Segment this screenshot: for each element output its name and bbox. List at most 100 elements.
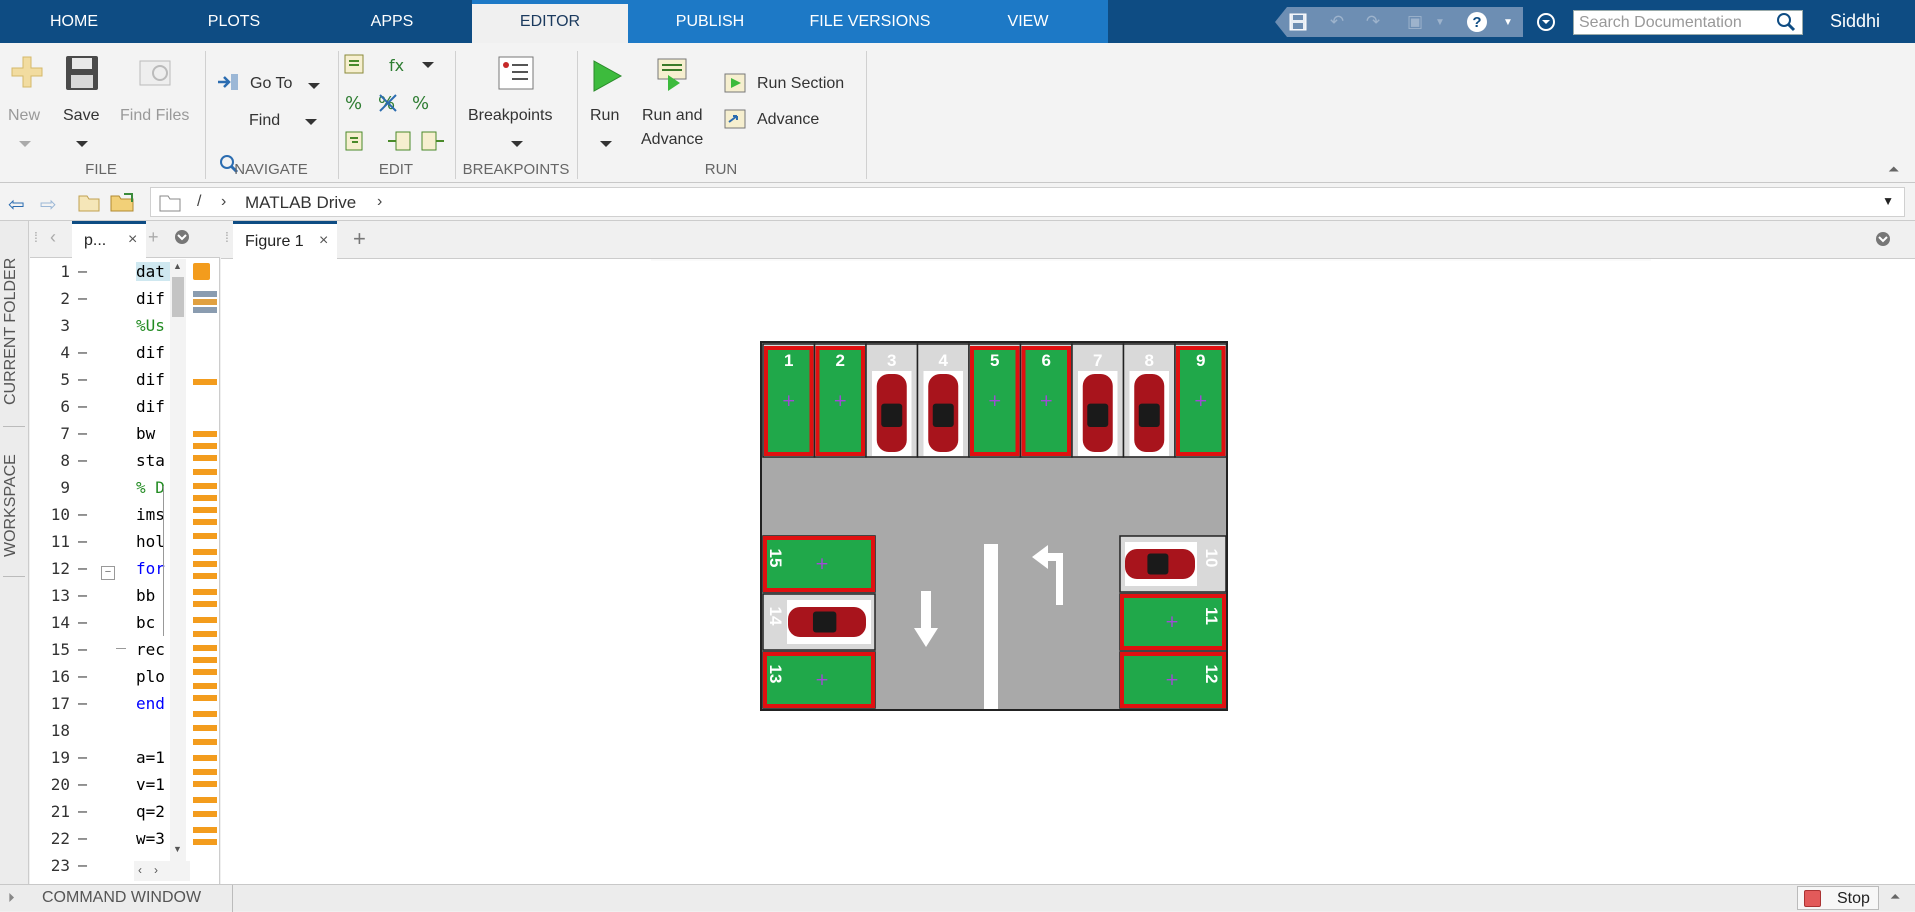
code-line[interactable]: 12– for bbox=[30, 559, 170, 583]
breakpoint-marker[interactable]: – bbox=[78, 559, 87, 577]
code-analyzer-marker[interactable] bbox=[193, 533, 217, 539]
scroll-up-icon[interactable]: ▲ bbox=[173, 261, 182, 271]
code-text[interactable]: q=2 bbox=[136, 802, 170, 821]
collapse-ribbon-icon[interactable]: ⏶ bbox=[1888, 161, 1899, 178]
breakpoint-marker[interactable]: – bbox=[78, 586, 87, 604]
code-line[interactable]: 19– a=1 bbox=[30, 748, 170, 772]
code-line[interactable]: 17– end bbox=[30, 694, 170, 718]
tab-editor[interactable]: EDITOR bbox=[472, 0, 628, 43]
drag-handle-icon[interactable]: ⁞ bbox=[34, 229, 38, 245]
code-text[interactable]: dif bbox=[136, 343, 170, 362]
breakpoints-button[interactable]: Breakpoints bbox=[468, 107, 553, 125]
code-text[interactable]: v=1 bbox=[136, 775, 170, 794]
code-analyzer-marker[interactable] bbox=[193, 669, 217, 675]
code-text[interactable]: a=1 bbox=[136, 748, 170, 767]
edit-dropdown-icon[interactable] bbox=[422, 62, 434, 68]
find-dropdown-icon[interactable] bbox=[305, 119, 317, 125]
code-text[interactable]: bc bbox=[136, 613, 170, 632]
run-section-icon[interactable] bbox=[723, 71, 747, 100]
breakpoint-marker[interactable]: – bbox=[78, 370, 87, 388]
add-figure-icon[interactable]: + bbox=[353, 226, 366, 252]
expand-icon[interactable]: ⏵ bbox=[8, 890, 15, 906]
run-and-advance-button[interactable]: Run and bbox=[642, 107, 703, 125]
code-text[interactable]: for bbox=[136, 559, 170, 578]
code-analyzer-marker[interactable] bbox=[193, 711, 217, 717]
run-icon[interactable] bbox=[591, 59, 623, 98]
tab-home[interactable]: HOME bbox=[28, 0, 120, 43]
tab-apps[interactable]: APPS bbox=[346, 0, 438, 43]
code-text[interactable]: dif bbox=[136, 289, 170, 308]
code-text[interactable]: w=3 bbox=[136, 829, 170, 848]
code-analyzer-marker[interactable] bbox=[193, 755, 217, 761]
breakpoint-marker[interactable]: – bbox=[78, 397, 87, 415]
close-icon[interactable]: × bbox=[319, 232, 328, 250]
close-icon[interactable]: × bbox=[128, 231, 137, 249]
code-line[interactable]: 4– dif bbox=[30, 343, 170, 367]
breakpoint-marker[interactable]: – bbox=[78, 829, 87, 847]
current-folder-path[interactable]: / › MATLAB Drive › ▼ bbox=[150, 187, 1905, 217]
insert-comment-icon[interactable] bbox=[343, 53, 367, 82]
code-text[interactable]: end bbox=[136, 694, 170, 713]
code-analyzer-marker[interactable] bbox=[193, 811, 217, 817]
code-line[interactable]: 16– plo bbox=[30, 667, 170, 691]
breakpoint-marker[interactable]: – bbox=[78, 424, 87, 442]
forward-arrow-icon[interactable]: ⇨ bbox=[40, 192, 57, 217]
code-line[interactable]: 14– bc bbox=[30, 613, 170, 637]
editor-actions-icon[interactable] bbox=[174, 229, 190, 250]
run-and-advance-icon[interactable] bbox=[654, 57, 692, 98]
code-analyzer-marker[interactable] bbox=[193, 657, 217, 663]
path-folder[interactable]: MATLAB Drive bbox=[245, 193, 356, 213]
new-button[interactable]: New bbox=[8, 107, 40, 125]
tab-file-versions[interactable]: FILE VERSIONS bbox=[800, 0, 940, 43]
breakpoint-marker[interactable]: – bbox=[78, 505, 87, 523]
user-menu[interactable]: Siddhi bbox=[1830, 0, 1880, 43]
command-window-label[interactable]: COMMAND WINDOW bbox=[42, 889, 201, 907]
path-root[interactable]: / bbox=[197, 193, 201, 211]
code-line[interactable]: 7– bw bbox=[30, 424, 170, 448]
save-button[interactable]: Save bbox=[63, 107, 99, 125]
code-analyzer-marker[interactable] bbox=[193, 645, 217, 651]
scroll-down-icon[interactable]: ▼ bbox=[173, 844, 182, 854]
run-and-advance-label-line2[interactable]: Advance bbox=[641, 131, 703, 149]
code-analyzer-marker[interactable] bbox=[193, 495, 217, 501]
insert-function-icon[interactable]: fx bbox=[387, 53, 417, 82]
undo-icon[interactable]: ↶ bbox=[1322, 7, 1352, 37]
code-analyzer-marker[interactable] bbox=[193, 307, 217, 313]
current-folder-tab[interactable]: CURRENT FOLDER bbox=[2, 236, 26, 426]
scrollbar-thumb[interactable] bbox=[172, 277, 184, 317]
redo-icon[interactable]: ↷ bbox=[1358, 7, 1388, 37]
code-line[interactable]: 10– ims bbox=[30, 505, 170, 529]
code-analyzer-marker[interactable] bbox=[193, 379, 217, 385]
code-analyzer-marker[interactable] bbox=[193, 781, 217, 787]
code-line[interactable]: 20– v=1 bbox=[30, 775, 170, 799]
code-analyzer-marker[interactable] bbox=[193, 769, 217, 775]
code-analyzer-marker[interactable] bbox=[193, 469, 217, 475]
path-dropdown-icon[interactable]: ▼ bbox=[1882, 194, 1894, 208]
new-dropdown-icon[interactable] bbox=[19, 141, 31, 147]
code-line[interactable]: 6– dif bbox=[30, 397, 170, 421]
smart-indent-icon[interactable] bbox=[343, 129, 367, 158]
breakpoint-marker[interactable]: – bbox=[78, 802, 87, 820]
code-analyzer-marker[interactable] bbox=[193, 291, 217, 297]
code-analyzer-marker[interactable] bbox=[193, 443, 217, 449]
code-text[interactable]: sta bbox=[136, 451, 170, 470]
code-line[interactable]: 22– w=3 bbox=[30, 829, 170, 853]
uncomment-icon[interactable]: % bbox=[376, 91, 400, 120]
figure-actions-icon[interactable] bbox=[1875, 231, 1891, 252]
code-analyzer-marker[interactable] bbox=[193, 683, 217, 689]
collapse-icon[interactable]: ⏶ bbox=[1890, 889, 1900, 905]
vertical-scrollbar[interactable]: ▲ ▼ bbox=[170, 259, 186, 869]
up-folder-icon[interactable] bbox=[78, 192, 100, 217]
code-analyzer-marker[interactable] bbox=[193, 455, 217, 461]
search-input[interactable]: Search Documentation bbox=[1573, 10, 1803, 35]
save-dropdown-icon[interactable] bbox=[76, 141, 88, 147]
code-analyzer-marker[interactable] bbox=[193, 483, 217, 489]
wrap-comments-icon[interactable]: % bbox=[410, 91, 434, 120]
code-analyzer-marker[interactable] bbox=[193, 589, 217, 595]
scroll-right-icon[interactable]: › bbox=[154, 863, 158, 877]
code-text[interactable]: dat bbox=[136, 262, 170, 281]
code-line[interactable]: 2– dif bbox=[30, 289, 170, 313]
tab-publish[interactable]: PUBLISH bbox=[650, 0, 770, 43]
go-to-dropdown-icon[interactable] bbox=[308, 83, 320, 89]
code-text[interactable]: bb bbox=[136, 586, 170, 605]
